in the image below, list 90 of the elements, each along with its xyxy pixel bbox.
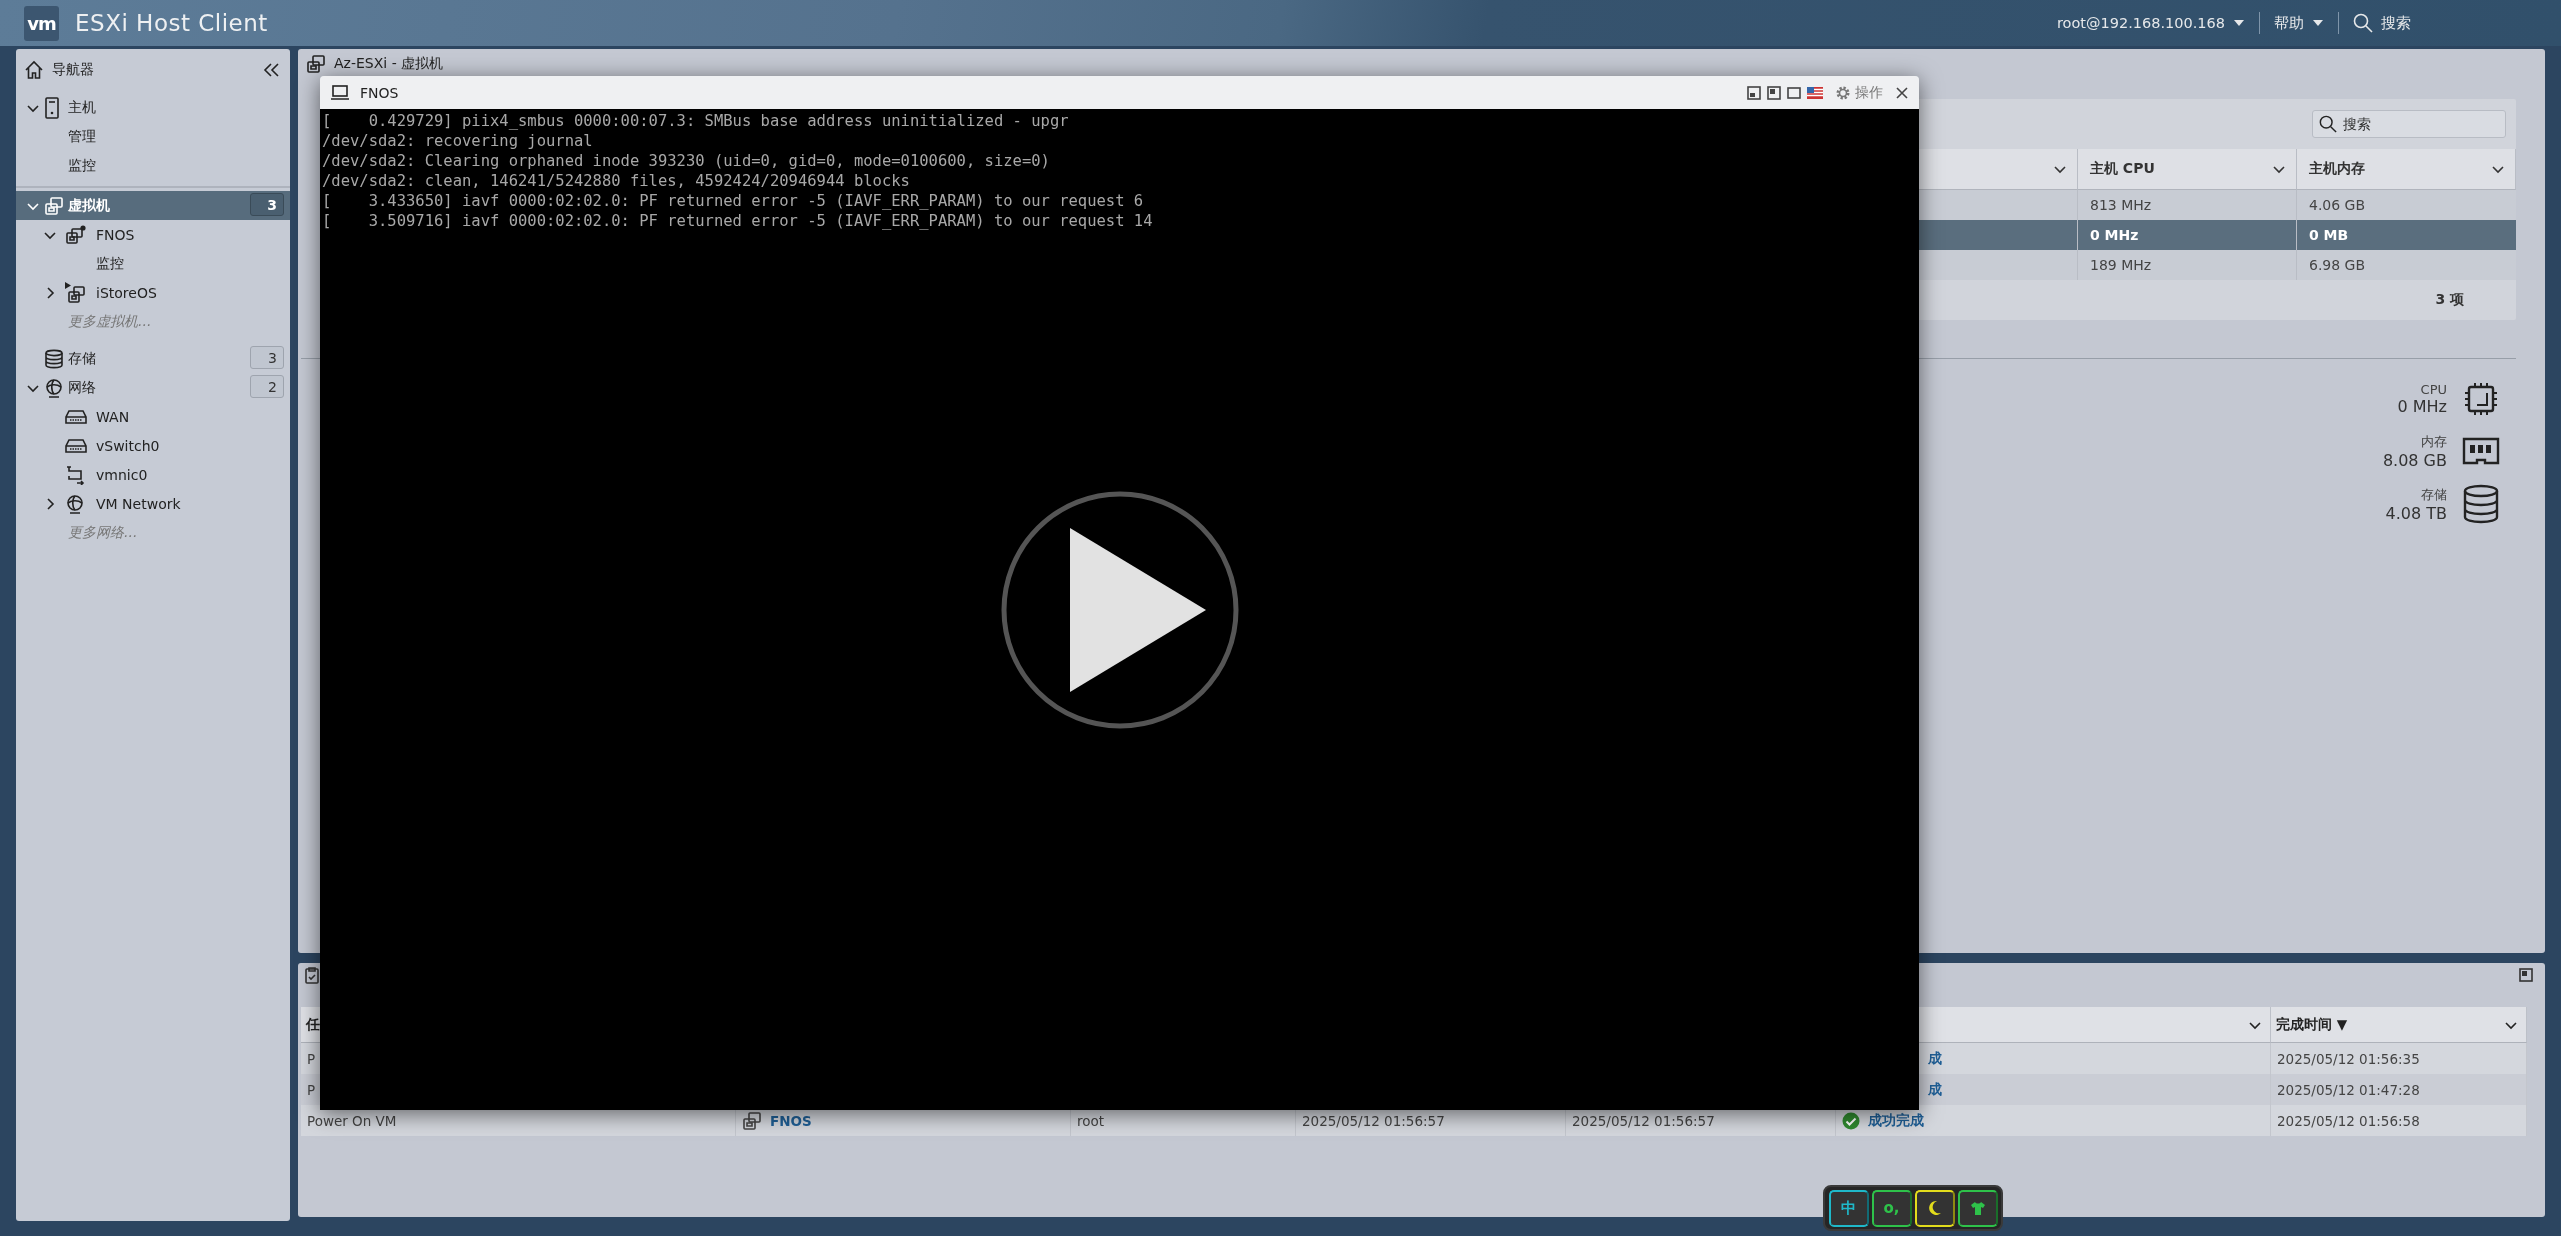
monitor-icon [330,84,350,101]
vm-icon [742,1110,762,1131]
app-title: ESXi Host Client [75,10,268,36]
help-menu[interactable]: 帮助 [2274,13,2324,33]
database-icon [2462,484,2500,524]
caret-icon[interactable] [2233,19,2245,27]
nav-item[interactable]: 主机 [16,93,290,122]
nav-item[interactable]: vSwitch0 [16,431,290,460]
database-icon [44,348,64,369]
table-cell: 2025/05/12 01:56:35 [2271,1043,2527,1074]
navigator-header[interactable]: 导航器 [24,60,254,80]
item-count: 3 项 [2435,291,2464,309]
ime-key[interactable]: 中 [1828,1189,1869,1227]
console-line: [ 3.509716] iavf 0000:02:02.0: PF returned error -5 (IAVF_ERR_PARAM) to our request 14 [322,211,1154,231]
table-cell: 4.06 GB [2297,190,2516,220]
close-icon[interactable] [1895,85,1909,100]
table-cell: 6.98 GB [2297,250,2516,280]
table-cell: 2025/05/12 01:56:58 [2271,1105,2527,1136]
nav-item[interactable]: 监控 [16,249,290,278]
nav-item[interactable]: iStoreOS [16,278,290,307]
resource-value: 0 MHz [2397,397,2447,416]
actions-button[interactable]: 操作 [1829,83,1889,102]
table-cell: 189 MHz [2078,250,2297,280]
resource-label: CPU [2420,382,2447,397]
console-line: [ 3.433650] iavf 0000:02:02.0: PF returned error -5 (IAVF_ERR_PARAM) to our request 6 [322,191,1145,211]
maximize-icon[interactable] [1787,85,1801,100]
nav-item[interactable]: 虚拟机 3 [16,191,290,220]
collapse-icon[interactable] [262,62,280,78]
ime-key[interactable] [1914,1189,1955,1227]
window-title-bar: FNOS 操作 [320,76,1919,109]
key-label: o, [1883,1199,1900,1217]
column-header[interactable]: 主机 CPU [2078,149,2297,190]
ime-key[interactable]: o, [1871,1189,1912,1227]
count-badge: 2 [250,375,284,398]
target-link[interactable]: FNOS [770,1112,812,1129]
nav-item[interactable]: 网络 2 [16,373,290,402]
user-menu[interactable]: root@192.168.100.168 [2056,15,2245,31]
switch-icon [65,408,87,425]
search-button[interactable]: 搜索 [2353,13,2411,33]
globe-icon [44,377,64,398]
server-icon [44,96,60,119]
console-line: /dev/sda2: clean, 146241/5242880 files, 4592424/20946944 blocks [322,171,911,191]
result-link[interactable]: 成 [1928,1049,1942,1068]
caret-icon[interactable] [2312,19,2324,27]
resource-value: 4.08 TB [2385,503,2447,523]
table-cell: 0 MB [2297,220,2516,250]
count-badge: 3 [250,346,284,369]
console-line: /dev/sda2: Clearing orphaned inode 393230 (uid=0, gid=0, mode=0100600, size=0) [322,151,1051,171]
resource-label: 存储 [2421,485,2447,504]
column-header[interactable]: 完成时间 ▼ [2276,1015,2348,1034]
key-label: 中 [1841,1198,1856,1218]
nav-item[interactable]: FNOS [16,220,290,249]
window-icon[interactable] [1747,85,1761,100]
clipboard-icon [304,966,320,984]
table-cell: 813 MHz [2078,190,2297,220]
restore-icon[interactable] [2519,968,2533,982]
flag-icon[interactable] [1807,86,1823,99]
console-line: [ 0.429729] piix4_smbus 0000:00:07.3: SMBus base address uninitialized - upgr [322,111,1070,131]
resource-value: 8.08 GB [2382,451,2447,470]
vm-icon [306,54,326,74]
nav-item[interactable]: 监控 [16,151,290,180]
table-cell: 0 MHz [2078,220,2297,250]
play-button[interactable] [999,489,1240,730]
result-link[interactable]: 成功完成 [1868,1111,1924,1130]
switch-icon [65,437,87,454]
table-cell: 2025/05/12 01:47:28 [2271,1074,2527,1105]
logo: vm [24,5,59,41]
nic-icon [65,464,85,485]
search-field[interactable]: 搜索 [2312,110,2506,138]
nav-item[interactable]: WAN [16,402,290,431]
nav-item[interactable]: vmnic0 [16,460,290,489]
ime-key[interactable] [1957,1189,1998,1227]
home-icon [24,60,44,80]
resource-label: 内存 [2421,433,2447,451]
nav-item[interactable]: 存储 3 [16,344,290,373]
panel-title: Az-ESXi - 虚拟机 [334,55,444,73]
count-badge: 3 [250,193,284,216]
vm-icon [44,195,64,216]
nav-item[interactable]: 管理 [16,122,290,151]
column-header[interactable]: 主机内存 [2297,149,2516,190]
settings-icon[interactable] [1835,84,1851,101]
search-icon[interactable] [2353,13,2373,33]
globe-icon [65,493,85,514]
console-line: /dev/sda2: recovering journal [322,131,594,151]
search-icon[interactable] [2319,115,2337,133]
column-header[interactable]: 任 [306,1015,320,1034]
result-link[interactable]: 成 [1928,1080,1942,1099]
vm-icon [65,224,87,245]
window-icon[interactable] [1767,85,1781,100]
nav-item[interactable]: VM Network [16,489,290,518]
